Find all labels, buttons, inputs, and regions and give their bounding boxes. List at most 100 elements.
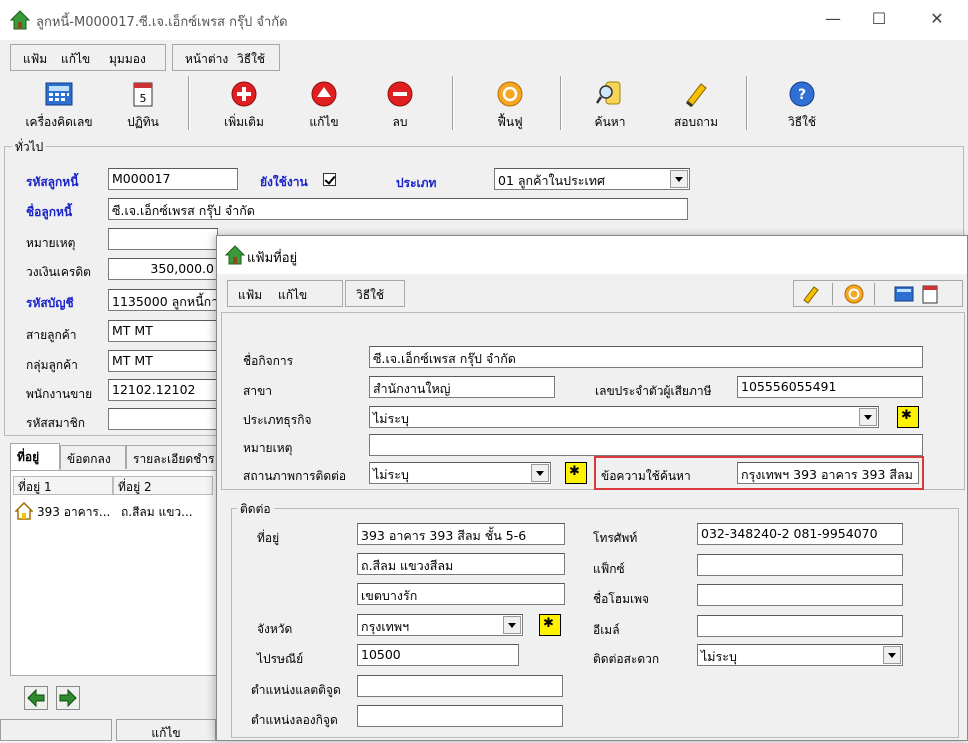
chevron-down-icon[interactable]: [883, 646, 901, 664]
telephone-icon[interactable]: [800, 284, 822, 304]
inquire-label: สอบถาม: [673, 115, 719, 129]
credit-limit-label: วงเงินเครดิต: [26, 265, 91, 279]
debtor-code-label: รหัสลูกหนี้: [26, 175, 79, 189]
toolbar-separator: [874, 283, 875, 305]
phone-input[interactable]: 032-348240-2 081-9954070: [697, 523, 903, 545]
list-column-address1[interactable]: ที่อยู่ 1: [13, 476, 113, 495]
tab-agreement[interactable]: ข้อตกลง: [60, 445, 126, 469]
homepage-input[interactable]: [697, 584, 903, 606]
contact-status-select[interactable]: ไม่ระบุ: [369, 462, 551, 484]
convenient-contact-select[interactable]: ไม่ระบุ: [697, 644, 903, 666]
phone-label: โทรศัพท์: [593, 531, 638, 545]
edit-label: แก้ไข: [309, 115, 339, 129]
account-code-input[interactable]: 1135000 ลูกหนี้กา: [108, 289, 218, 311]
dialog-menubar-2: วิธีใช้: [345, 280, 405, 307]
business-name-input[interactable]: ซี.เจ.เอ็กซ์เพรส กรุ๊ป จำกัด: [369, 346, 923, 368]
customer-line-label: สายลูกค้า: [26, 328, 77, 342]
longitude-label: ตำแหน่งลองกิจูด: [251, 713, 338, 727]
maximize-button[interactable]: ☐: [856, 0, 902, 40]
dialog-menu-edit[interactable]: แก้ไข: [278, 286, 307, 305]
status-pane-1: [0, 719, 112, 741]
tax-id-input[interactable]: 105556055491: [737, 376, 923, 398]
add-button[interactable]: เพิ่มเติม: [204, 74, 284, 132]
edit-button[interactable]: แก้ไข: [286, 74, 362, 132]
business-type-select[interactable]: ไม่ระบุ: [369, 406, 879, 428]
customer-group-label: กลุ่มลูกค้า: [26, 358, 78, 372]
search-button[interactable]: ค้นหา: [570, 74, 650, 132]
longitude-input[interactable]: [357, 705, 563, 727]
credit-limit-input[interactable]: 350,000.0: [108, 258, 218, 280]
latitude-label: ตำแหน่งแลตติจูด: [251, 683, 341, 697]
homepage-label: ชื่อโฮมเพจ: [593, 592, 650, 606]
email-input[interactable]: [697, 615, 903, 637]
menu-help[interactable]: วิธีใช้: [237, 50, 265, 69]
search-text-input[interactable]: กรุงเทพฯ 393 อาคาร 393 สีลม: [737, 462, 919, 484]
address-line2-input[interactable]: ถ.สีลม แขวงสีลม: [357, 553, 565, 575]
menu-edit[interactable]: แก้ไข: [61, 50, 90, 69]
chevron-down-icon[interactable]: [859, 408, 877, 426]
business-type-lookup-button[interactable]: [897, 406, 919, 428]
in-use-checkbox[interactable]: [323, 173, 336, 186]
chevron-down-icon[interactable]: [531, 464, 549, 482]
menu-view[interactable]: มุมมอง: [109, 50, 146, 69]
account-code-label: รหัสบัญชี: [26, 296, 74, 310]
dialog-menu-help[interactable]: วิธีใช้: [356, 286, 384, 305]
dialog-menu-file[interactable]: แฟ้ม: [238, 286, 262, 305]
type-select[interactable]: 01 ลูกค้าในประเทศ: [494, 168, 690, 190]
previous-button[interactable]: [24, 686, 48, 710]
chevron-down-icon[interactable]: [670, 170, 688, 188]
chevron-down-icon[interactable]: [503, 616, 521, 634]
house-icon: [225, 245, 245, 265]
note-input[interactable]: [108, 228, 218, 250]
latitude-input[interactable]: [357, 675, 563, 697]
calendar-button[interactable]: 5 ปฏิทิน: [108, 74, 178, 132]
list-item[interactable]: 393 อาคาร... ถ.สีลม แขว...: [13, 501, 217, 523]
province-lookup-button[interactable]: [539, 614, 561, 636]
type-label: ประเภท: [396, 176, 437, 190]
tab-payment-details[interactable]: รายละเอียดชำร: [126, 445, 218, 469]
inquire-button[interactable]: สอบถาม: [656, 74, 736, 132]
help-button[interactable]: ? วิธีใช้: [764, 74, 840, 132]
close-button[interactable]: ✕: [914, 0, 960, 40]
search-text-label: ข้อความใช้ค้นหา: [601, 469, 691, 483]
svg-text:5: 5: [140, 92, 147, 105]
branch-label: สาขา: [243, 384, 273, 398]
status-mode: แก้ไข: [116, 719, 216, 741]
minimize-button[interactable]: —: [810, 0, 856, 40]
list-cell-address2: ถ.สีลม แขว...: [121, 505, 193, 519]
fax-input[interactable]: [697, 554, 903, 576]
postcode-input[interactable]: 10500: [357, 644, 519, 666]
dialog-note-label: หมายเหตุ: [243, 441, 293, 455]
calendar-icon[interactable]: [920, 284, 940, 304]
debtor-name-input[interactable]: ซี.เจ.เอ็กซ์เพรส กรุ๊ป จำกัด: [108, 198, 688, 220]
restore-icon[interactable]: [844, 284, 864, 304]
house-icon: [10, 10, 30, 30]
province-select[interactable]: กรุงเทพฯ: [357, 614, 523, 636]
restore-button[interactable]: ฟื้นฟู: [470, 74, 550, 132]
menu-file[interactable]: แฟ้ม: [23, 50, 47, 69]
convenient-contact-label: ติดต่อสะดวก: [593, 652, 660, 666]
customer-group-input[interactable]: MT MT: [108, 350, 218, 372]
customer-line-input[interactable]: MT MT: [108, 320, 218, 342]
list-column-address2[interactable]: ที่อยู่ 2: [113, 476, 213, 495]
address-line1-input[interactable]: 393 อาคาร 393 สีลม ชั้น 5-6: [357, 523, 565, 545]
salesperson-input[interactable]: 12102.12102: [108, 379, 218, 401]
address-line3-input[interactable]: เขตบางรัก: [357, 583, 565, 605]
add-label: เพิ่มเติม: [224, 115, 264, 129]
calendar-label: ปฏิทิน: [127, 115, 159, 129]
branch-input[interactable]: สำนักงานใหญ่: [369, 376, 555, 398]
next-button[interactable]: [56, 686, 80, 710]
dialog-note-input[interactable]: [369, 434, 923, 456]
calculator-button[interactable]: เครื่องคิดเลข: [14, 74, 104, 132]
contact-status-lookup-button[interactable]: [565, 462, 587, 484]
province-label: จังหวัด: [257, 622, 293, 636]
menu-window[interactable]: หน้าต่าง: [185, 50, 228, 69]
delete-button[interactable]: ลบ: [364, 74, 436, 132]
debtor-code-input[interactable]: M000017: [108, 168, 238, 190]
member-code-input[interactable]: [108, 408, 218, 430]
restore-icon: [497, 81, 523, 107]
tab-address[interactable]: ที่อยู่: [10, 443, 60, 470]
address-list[interactable]: ที่อยู่ 1 ที่อยู่ 2 393 อาคาร... ถ.สีลม …: [10, 470, 218, 676]
calculator-icon[interactable]: [894, 285, 914, 303]
postcode-label: ไปรษณีย์: [257, 652, 304, 666]
